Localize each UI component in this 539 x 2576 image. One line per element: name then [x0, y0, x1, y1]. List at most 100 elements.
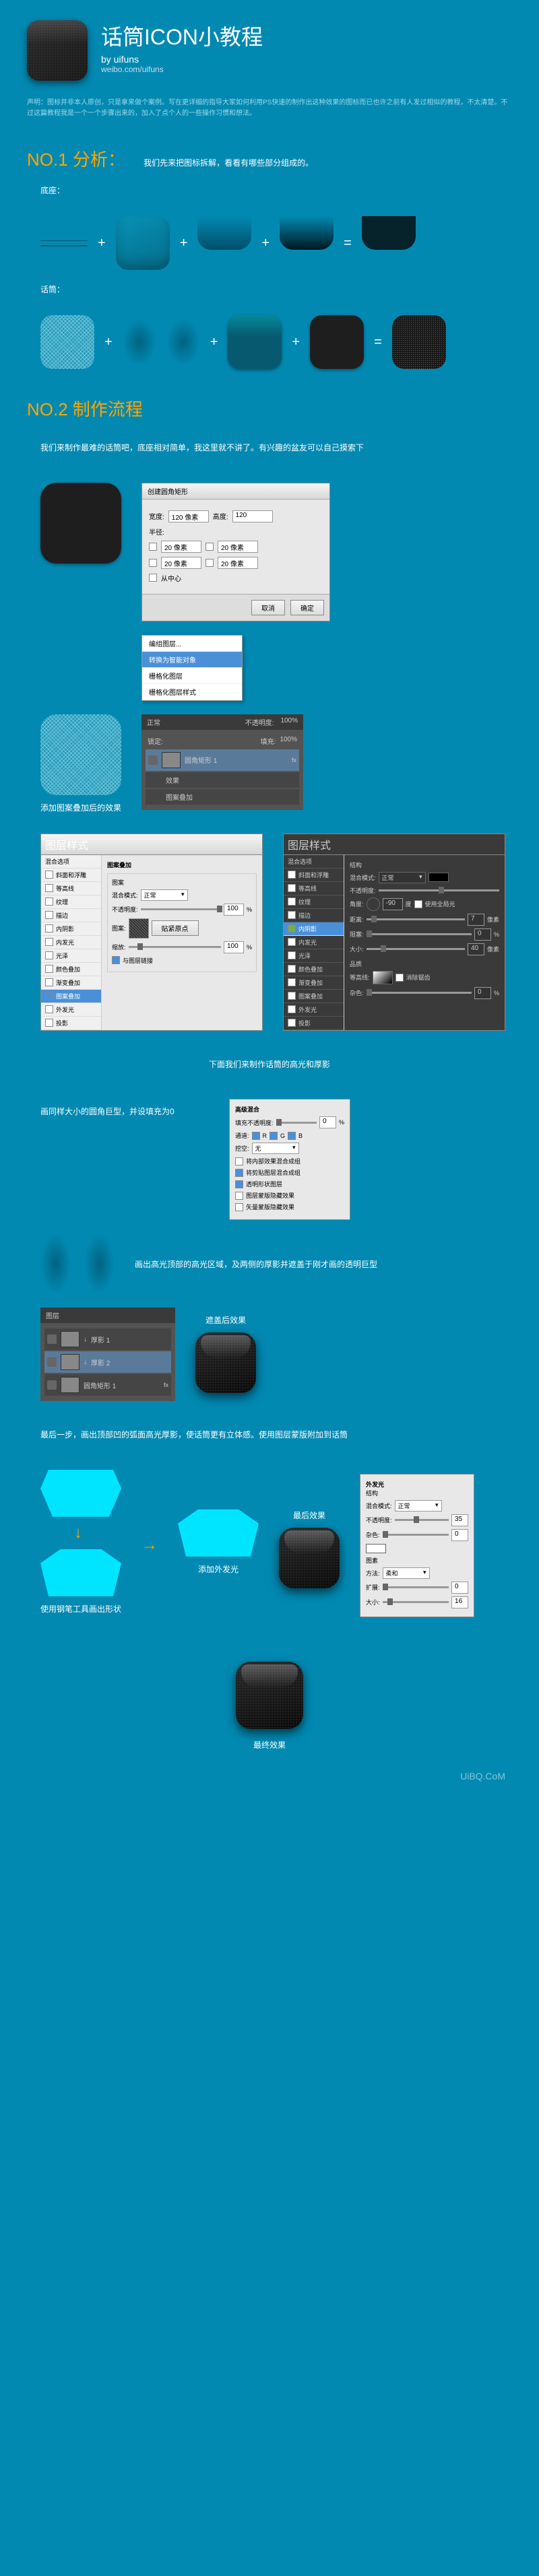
- layer-pattern-row[interactable]: 图案叠加: [146, 789, 299, 805]
- ab-fill-input[interactable]: 0: [319, 1116, 336, 1128]
- lsd-texture[interactable]: 纹理: [41, 895, 101, 909]
- ab-fill-slider[interactable]: [276, 1122, 317, 1124]
- layer-effects-row[interactable]: 效果: [146, 772, 299, 788]
- lsd-stroke[interactable]: 描边: [41, 909, 101, 922]
- ok-button[interactable]: 确定: [290, 600, 324, 615]
- lsd-pattern-overlay[interactable]: 图案叠加: [41, 990, 101, 1003]
- og-color[interactable]: [366, 1544, 386, 1553]
- r2-check[interactable]: [205, 543, 214, 551]
- noise-input[interactable]: 0: [474, 987, 491, 999]
- pattern-swatch[interactable]: [129, 918, 149, 939]
- menu-item-rasterize-style[interactable]: 栅格化图层样式: [142, 684, 242, 700]
- lsd-d-satin[interactable]: 光泽: [284, 949, 344, 963]
- d-choke-slider[interactable]: [367, 933, 472, 935]
- lsd-d-pattern[interactable]: 图案叠加: [284, 990, 344, 1003]
- r2-input[interactable]: 20 像素: [218, 541, 258, 553]
- contour-swatch[interactable]: [373, 971, 393, 984]
- lsd-d-texture[interactable]: 纹理: [284, 895, 344, 909]
- d-blend-select[interactable]: 正常▾: [379, 872, 426, 883]
- fill-value[interactable]: 100%: [280, 736, 297, 746]
- d-noise-slider[interactable]: [367, 992, 472, 994]
- og-blend-select[interactable]: 正常▾: [395, 1500, 442, 1512]
- sl-row-3[interactable]: 圆角矩形 1fx: [44, 1374, 171, 1396]
- lsd-inner-glow[interactable]: 内发光: [41, 936, 101, 949]
- fx-badge[interactable]: fx: [292, 757, 296, 764]
- r3-input[interactable]: 20 像素: [161, 557, 201, 569]
- menu-item-smart-object[interactable]: 转换为智能对象: [142, 652, 242, 668]
- d-size-slider[interactable]: [367, 948, 465, 950]
- og-spread-slider[interactable]: [383, 1586, 449, 1588]
- lsd-d-gradient[interactable]: 渐变叠加: [284, 976, 344, 990]
- blend-select[interactable]: 正常▾: [141, 889, 188, 901]
- layer-row-1[interactable]: 圆角矩形 1 fx: [146, 749, 299, 771]
- layer-style-dialog-light[interactable]: 混合选项 斜面和浮雕 等高线 纹理 描边 内阴影 内发光 光泽 颜色叠加 渐变叠…: [40, 854, 263, 1031]
- lsd-satin[interactable]: 光泽: [41, 949, 101, 963]
- sl-row-1[interactable]: ↓厚影 1: [44, 1328, 171, 1350]
- lsd-d-inner-glow[interactable]: 内发光: [284, 936, 344, 949]
- dist-input[interactable]: 7: [468, 914, 484, 926]
- lsd-outer-glow[interactable]: 外发光: [41, 1003, 101, 1017]
- menu-item-rasterize[interactable]: 栅格化图层: [142, 668, 242, 684]
- outer-glow-dialog[interactable]: 外发光 结构 混合模式:正常▾ 不透明度:35 杂色:0 图素 方法:柔和▾ 扩…: [360, 1474, 474, 1617]
- opacity-slider[interactable]: [141, 908, 221, 910]
- width-input[interactable]: 120 像素: [168, 510, 209, 522]
- menu-item-group[interactable]: 编组图层...: [142, 636, 242, 652]
- lsd-gradient-overlay[interactable]: 渐变叠加: [41, 976, 101, 990]
- opacity-value[interactable]: 100%: [280, 717, 298, 727]
- angle-input[interactable]: -90: [383, 898, 403, 910]
- link-check[interactable]: [112, 956, 120, 964]
- height-input[interactable]: 120: [232, 510, 273, 522]
- color-swatch[interactable]: [429, 873, 449, 882]
- advanced-blend-dialog[interactable]: 高级混合 填充不透明度:0% 通道:RGB 挖空:无▾ 将内部效果混合成组 将剪…: [229, 1099, 350, 1220]
- shading-layers-panel[interactable]: 图层 ↓厚影 1 ↓厚影 2 圆角矩形 1fx: [40, 1308, 175, 1401]
- r4-check[interactable]: [205, 559, 214, 567]
- global-check[interactable]: [414, 900, 422, 908]
- lsd-contour[interactable]: 等高线: [41, 882, 101, 895]
- og-noise-slider[interactable]: [383, 1534, 449, 1536]
- lsd-bevel[interactable]: 斜面和浮雕: [41, 869, 101, 882]
- scale-slider[interactable]: [129, 946, 221, 948]
- layer-style-dialog-dark[interactable]: 混合选项 斜面和浮雕 等高线 纹理 描边 内阴影 内发光 光泽 颜色叠加 渐变叠…: [283, 854, 505, 1031]
- r4-input[interactable]: 20 像素: [218, 557, 258, 569]
- og-op-slider[interactable]: [395, 1519, 449, 1521]
- eye-icon[interactable]: [148, 755, 158, 765]
- lsd-d-blend[interactable]: 混合选项: [284, 855, 344, 869]
- lsd-d-color[interactable]: 颜色叠加: [284, 963, 344, 976]
- d-dist-slider[interactable]: [367, 918, 465, 920]
- r3-check[interactable]: [149, 559, 157, 567]
- lsd-d-contour[interactable]: 等高线: [284, 882, 344, 895]
- d-opacity-slider[interactable]: [379, 889, 499, 891]
- og-method-select[interactable]: 柔和▾: [383, 1567, 430, 1579]
- rounded-rect-dialog[interactable]: 创建圆角矩形 宽度: 120 像素 高度: 120 半径: 20 像素 20 像…: [141, 483, 330, 621]
- cancel-button[interactable]: 取消: [251, 600, 285, 615]
- lsd-color-overlay[interactable]: 颜色叠加: [41, 963, 101, 976]
- eye-icon[interactable]: [47, 1357, 57, 1367]
- lsd-d-stroke[interactable]: 描边: [284, 909, 344, 922]
- eye-icon[interactable]: [47, 1380, 57, 1390]
- sl-row-2[interactable]: ↓厚影 2: [44, 1351, 171, 1373]
- context-menu[interactable]: 编组图层... 转换为智能对象 栅格化图层 栅格化图层样式: [141, 635, 243, 701]
- r1-check[interactable]: [149, 543, 157, 551]
- og-size-slider[interactable]: [383, 1601, 449, 1603]
- layers-panel[interactable]: 正常 不透明度: 100% 锁定: 填充: 100% 圆角矩形 1 fx 效果 …: [141, 714, 303, 810]
- layers-tab[interactable]: 正常: [147, 717, 160, 727]
- knockout-select[interactable]: 无▾: [252, 1143, 299, 1154]
- angle-dial[interactable]: [367, 897, 380, 911]
- sl-tab[interactable]: 图层: [46, 1310, 59, 1320]
- lsd-d-inner-shadow[interactable]: 内阴影: [284, 922, 344, 936]
- lsd-inner-shadow[interactable]: 内阴影: [41, 922, 101, 936]
- size-input[interactable]: 40: [468, 943, 484, 955]
- lsd-drop-shadow[interactable]: 投影: [41, 1017, 101, 1030]
- aa-check[interactable]: [395, 974, 404, 982]
- lsd-d-bevel[interactable]: 斜面和浮雕: [284, 869, 344, 882]
- opacity-input[interactable]: 100: [224, 904, 244, 916]
- lsd-d-outer-glow[interactable]: 外发光: [284, 1003, 344, 1017]
- snap-button[interactable]: 贴紧原点: [152, 920, 199, 936]
- center-check[interactable]: [149, 574, 157, 582]
- r1-input[interactable]: 20 像素: [161, 541, 201, 553]
- lsd-blend[interactable]: 混合选项: [41, 855, 101, 869]
- eye-icon[interactable]: [47, 1334, 57, 1344]
- scale-input[interactable]: 100: [224, 941, 244, 953]
- choke-input[interactable]: 0: [474, 928, 491, 941]
- lsd-d-drop[interactable]: 投影: [284, 1017, 344, 1030]
